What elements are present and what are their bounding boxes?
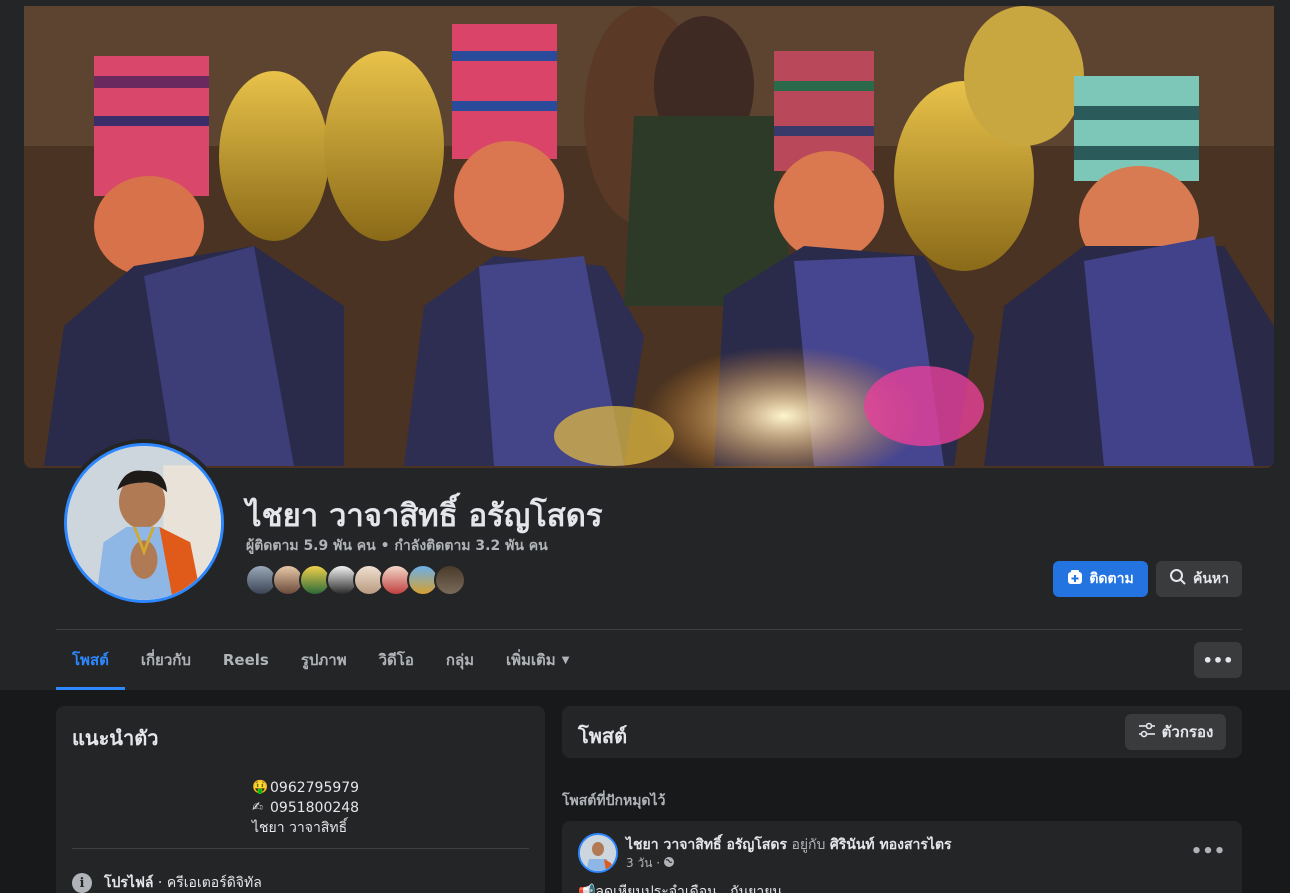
filter-label: ตัวกรอง: [1161, 723, 1214, 741]
follower-stats[interactable]: ผู้ติดตาม 5.9 พัน คน • กำลังติดตาม 3.2 พ…: [246, 535, 548, 557]
filter-button[interactable]: ตัวกรอง: [1125, 714, 1226, 750]
follow-icon: [1067, 569, 1083, 589]
bio-line: ไชยา วาจาสิทธิ์: [252, 818, 359, 838]
page-title: ไชยา วาจาสิทธิ์ อรัญโสดร: [246, 498, 603, 534]
tab-label: กลุ่ม: [445, 651, 475, 669]
more-options-button[interactable]: •••: [1194, 642, 1242, 678]
follower-avatars[interactable]: [245, 564, 466, 598]
bio-line: ✍ 0951800248: [252, 798, 359, 818]
follower-avatar[interactable]: [434, 564, 466, 596]
profile-category-value: ครีเอเตอร์ดิจิทัล: [166, 875, 262, 891]
intro-divider: [72, 848, 529, 849]
bio: 🤑 0962795979 ✍ 0951800248 ไชยา วาจาสิทธิ์: [252, 778, 359, 838]
tab-label: Reels: [222, 651, 269, 669]
profile-avatar[interactable]: [60, 439, 228, 607]
caret-down-icon: ▼: [561, 654, 570, 666]
profile-photo: [64, 443, 224, 603]
separator: ·: [153, 875, 167, 891]
tab-about[interactable]: เกี่ยวกับ: [125, 630, 207, 690]
intro-title: แนะนำตัว: [72, 726, 159, 750]
follow-button[interactable]: ติดตาม: [1053, 561, 1148, 597]
tab-label: รูปภาพ: [300, 651, 347, 669]
tab-groups[interactable]: กลุ่ม: [430, 630, 490, 690]
more-icon: •••: [1202, 650, 1234, 670]
info-icon: i: [72, 873, 92, 893]
tab-label: เพิ่มเติม: [506, 651, 556, 669]
post-author-avatar[interactable]: [578, 833, 618, 873]
search-icon: [1169, 568, 1187, 590]
more-icon: •••: [1190, 840, 1226, 862]
bio-name: ไชยา วาจาสิทธิ์: [252, 820, 348, 836]
profile-category: i โปรไฟล์ · ครีเอเตอร์ดิจิทัล: [72, 872, 262, 893]
tab-label: โพสต์: [72, 651, 109, 669]
post-with-text: อยู่กับ: [787, 837, 830, 853]
profile-category-label: โปรไฟล์: [104, 875, 154, 891]
phone-number: 0962795979: [270, 780, 360, 796]
tab-posts[interactable]: โพสต์: [56, 630, 125, 690]
writing-hand-icon: ✍: [252, 800, 263, 815]
post-tagged-name[interactable]: ศิรินันท์ ทองสารไตร: [830, 837, 952, 853]
phone-number: 0951800248: [270, 800, 360, 816]
post-author-line: ไชยา วาจาสิทธิ์ อรัญโสดร อยู่กับ ศิรินัน…: [626, 834, 952, 856]
tab-label: เกี่ยวกับ: [140, 651, 191, 669]
bio-line: 🤑 0962795979: [252, 778, 359, 798]
tab-more[interactable]: เพิ่มเติม ▼: [490, 630, 585, 690]
search-button[interactable]: ค้นหา: [1156, 561, 1242, 597]
post-time-text: 3 วัน ·: [626, 856, 661, 870]
money-face-icon: 🤑: [252, 780, 269, 795]
post-text: 📢ลดเหียนประจำเดือน...กันยายน: [578, 884, 782, 893]
post-author-name[interactable]: ไชยา วาจาสิทธิ์ อรัญโสดร: [626, 837, 787, 853]
tab-videos[interactable]: วิดีโอ: [363, 630, 430, 690]
tab-photos[interactable]: รูปภาพ: [285, 630, 363, 690]
pinned-post: ไชยา วาจาสิทธิ์ อรัญโสดร อยู่กับ ศิรินัน…: [562, 821, 1242, 893]
posts-header-card: โพสต์ ตัวกรอง: [562, 706, 1242, 758]
posts-title: โพสต์: [578, 724, 628, 748]
cover-photo[interactable]: [24, 6, 1274, 468]
profile-tabs: โพสต์ เกี่ยวกับ Reels รูปภาพ วิดีโอ กลุ่…: [56, 630, 585, 690]
tab-reels[interactable]: Reels: [207, 630, 285, 690]
tab-label: วิดีโอ: [378, 651, 414, 669]
filter-icon: [1138, 722, 1156, 742]
post-timestamp[interactable]: 3 วัน ·: [626, 854, 675, 873]
follow-label: ติดตาม: [1089, 571, 1134, 587]
pinned-posts-label: โพสต์ที่ปักหมุดไว้: [562, 793, 666, 809]
search-label: ค้นหา: [1192, 571, 1230, 587]
post-options-button[interactable]: •••: [1190, 837, 1226, 865]
globe-icon: [663, 856, 675, 871]
intro-card: แนะนำตัว 🤑 0962795979 ✍ 0951800248 ไชยา วา…: [56, 706, 545, 893]
